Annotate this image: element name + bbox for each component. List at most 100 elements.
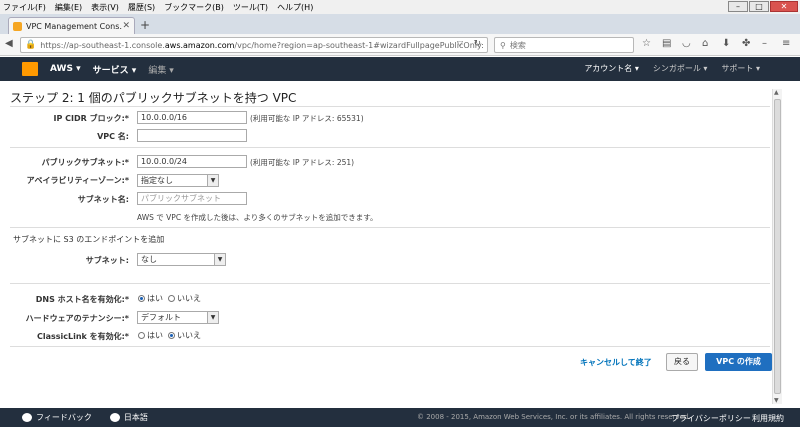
aws-top-navigation: AWS ▾ サービス ▾ 編集 ▾ アカウント名 ▾ シンガポール ▾ サポート… [0,57,800,81]
s3-endpoint-text: サブネットに S3 のエンドポイントを追加 [13,235,165,244]
cancel-and-exit-link[interactable]: キャンセルして終了 [580,357,652,368]
aws-cube-icon[interactable] [22,62,38,76]
bookmark-star-icon[interactable]: ☆ [642,38,651,49]
subnet-cidr-input[interactable]: 10.0.0.0/24 [137,155,247,168]
browser-navbar: ◀ 🔒 https://ap-southeast-1.console.aws.a… [0,34,800,56]
subnet-cidr-label: パブリックサブネット:* [41,158,129,167]
s3-subnet-label: サブネット: [85,256,129,265]
url-dropdown-icon[interactable]: ▽ [457,39,463,48]
url-text: https://ap-southeast-1.console.aws.amazo… [40,40,484,50]
subnet-name-label: サブネット名: [77,195,129,204]
tenancy-label: ハードウェアのテナンシー:* [25,314,129,323]
radio-selected-icon [138,295,145,302]
menu-bookmarks[interactable]: ブックマーク(B) [164,2,224,13]
browser-tab[interactable]: VPC Management Cons… ✕ [8,17,135,34]
dns-yes-radio[interactable]: はい [138,293,163,304]
chevron-down-icon: ▼ [207,312,218,323]
cidr-input[interactable]: 10.0.0.0/16 [137,111,247,124]
back-icon[interactable]: ◀ [5,38,13,49]
radio-selected-icon [168,332,175,339]
close-tab-icon[interactable]: ✕ [122,21,130,31]
page-scrollbar[interactable]: ▲ ▼ [772,89,782,404]
dns-label: DNS ホスト名を有効化:* [35,295,129,304]
scroll-down-icon[interactable]: ▼ [774,397,779,404]
dns-radio-group: はい いいえ [138,293,201,304]
menu-file[interactable]: ファイル(F) [3,2,46,13]
tab-strip: VPC Management Cons… ✕ + [0,14,800,34]
close-window-button[interactable]: ✕ [770,1,798,12]
classiclink-yes-radio[interactable]: はい [138,330,163,341]
az-label: アベイラビリティーゾーン:* [26,176,129,185]
support-menu[interactable]: サポート ▾ [721,63,760,74]
chevron-down-icon: ▼ [214,254,225,265]
aws-footer: フィードバック 日本語 © 2008 - 2015, Amazon Web Se… [0,408,800,427]
radio-unselected-icon [168,295,175,302]
browser-search-input[interactable]: ⚲ 検索 [494,37,634,53]
home-icon[interactable]: ⌂ [702,38,708,49]
edit-menu[interactable]: 編集 ▾ [148,63,173,76]
menu-help[interactable]: ヘルプ(H) [277,2,313,13]
aws-menu[interactable]: AWS ▾ [50,64,81,74]
hamburger-menu-icon[interactable]: ≡ [782,38,790,49]
vpc-name-label: VPC 名: [97,132,129,141]
account-menu[interactable]: アカウント名 ▾ [584,63,639,74]
subnet-cidr-hint: (利用可能な IP アドレス: 251) [250,158,355,167]
menu-view[interactable]: 表示(V) [91,2,119,13]
aws-favicon-icon [13,21,22,31]
browser-menubar: ファイル(F) 編集(E) 表示(V) 履歴(S) ブックマーク(B) ツール(… [0,0,800,14]
divider [10,147,770,148]
url-bar[interactable]: 🔒 https://ap-southeast-1.console.aws.ama… [20,37,488,53]
scroll-up-icon[interactable]: ▲ [774,89,779,96]
privacy-policy-link[interactable]: プライバシーポリシー [671,413,751,424]
region-menu[interactable]: シンガポール ▾ [653,63,708,74]
maximize-button[interactable]: □ [749,1,769,12]
pocket-icon[interactable]: ◡ [682,38,691,49]
aws-account-nav: アカウント名 ▾ シンガポール ▾ サポート ▾ [584,63,760,74]
divider [10,283,770,284]
reload-icon[interactable]: ↻ [473,39,481,49]
vpc-name-input[interactable] [137,129,247,142]
radio-unselected-icon [138,332,145,339]
divider [10,227,770,228]
create-vpc-button[interactable]: VPC の作成 [705,353,772,371]
cidr-hint: (利用可能な IP アドレス: 65531) [250,114,364,123]
tab-title: VPC Management Cons… [26,21,123,31]
chevron-down-icon: ▼ [207,175,218,186]
extension-icon[interactable]: ✤ [742,38,750,49]
feedback-link[interactable]: フィードバック [22,412,92,423]
search-icon: ⚲ [500,40,506,50]
divider [10,346,770,347]
search-placeholder: 検索 [509,40,526,50]
s3-subnet-select[interactable]: なし ▼ [137,253,226,266]
classiclink-radio-group: はい いいえ [138,330,201,341]
speech-bubble-icon [22,413,32,422]
tenancy-selected-value: デフォルト [141,313,181,322]
lock-icon: 🔒 [25,40,37,50]
menu-edit[interactable]: 編集(E) [55,2,82,13]
scrollbar-thumb[interactable] [774,99,781,394]
download-icon[interactable]: ⬇ [722,38,730,49]
terms-link[interactable]: 利用規約 [752,413,784,424]
classiclink-label: ClassicLink を有効化:* [36,332,129,341]
window-controls: – □ ✕ [728,1,798,12]
az-selected-value: 指定なし [141,176,173,185]
tenancy-select[interactable]: デフォルト ▼ [137,311,219,324]
new-tab-button[interactable]: + [140,18,150,32]
divider [10,106,770,107]
classiclink-no-radio[interactable]: いいえ [168,330,201,341]
subnet-note: AWS で VPC を作成した後は、より多くのサブネットを追加できます。 [137,213,378,222]
overflow-icon[interactable]: – [762,38,767,49]
back-button[interactable]: 戻る [666,353,698,371]
subnet-name-input[interactable]: パブリックサブネット [137,192,247,205]
globe-icon [109,413,120,422]
dns-no-radio[interactable]: いいえ [168,293,201,304]
az-select[interactable]: 指定なし ▼ [137,174,219,187]
minimize-button[interactable]: – [728,1,748,12]
services-menu[interactable]: サービス ▾ [93,63,137,76]
bookmarks-list-icon[interactable]: ▤ [662,38,671,49]
cidr-label: IP CIDR ブロック:* [53,114,129,123]
language-selector[interactable]: 日本語 [109,412,148,423]
menu-tools[interactable]: ツール(T) [233,2,268,13]
s3-subnet-selected-value: なし [141,255,157,264]
menu-history[interactable]: 履歴(S) [128,2,155,13]
